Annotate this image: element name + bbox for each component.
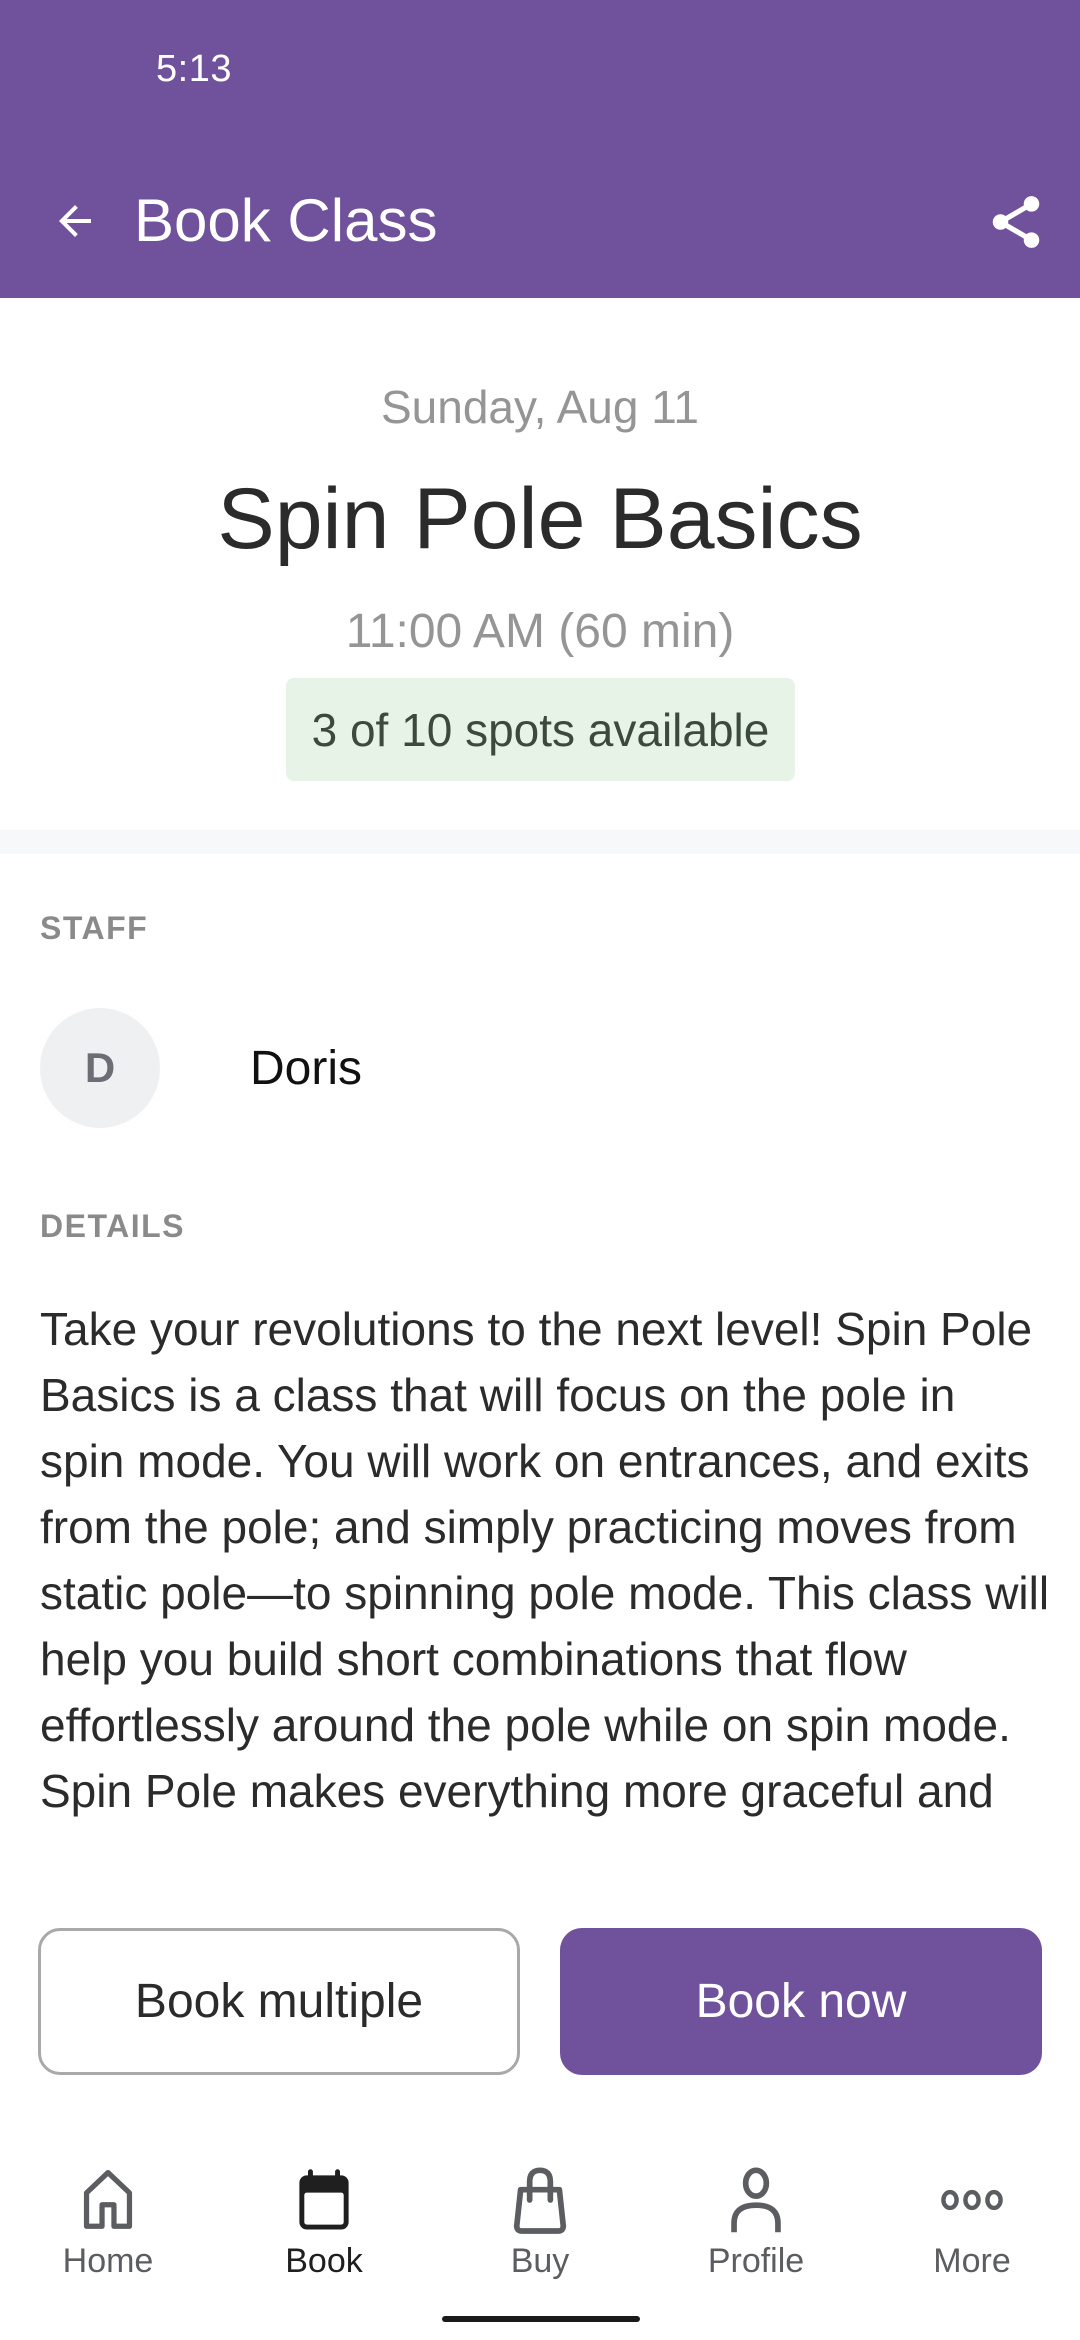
nav-item-home[interactable]: Home xyxy=(0,2140,216,2290)
nav-label-profile: Profile xyxy=(707,2242,805,2280)
staff-name: Doris xyxy=(250,1041,363,1095)
nav-item-profile[interactable]: Profile xyxy=(648,2140,864,2290)
person-icon xyxy=(720,2164,792,2236)
class-date: Sunday, Aug 11 xyxy=(380,381,699,433)
staff-section-label: STAFF xyxy=(40,910,149,946)
book-multiple-button[interactable]: Book multiple xyxy=(38,1928,520,2075)
nav-item-more[interactable]: More xyxy=(864,2140,1080,2290)
nav-label-buy: Buy xyxy=(510,2242,570,2280)
share-button[interactable] xyxy=(976,182,1056,262)
arrow-left-icon xyxy=(59,205,91,237)
more-dots-icon xyxy=(936,2164,1008,2236)
avatar: D xyxy=(40,1008,160,1128)
class-title: Spin Pole Basics xyxy=(217,471,863,567)
nav-label-home: Home xyxy=(62,2242,154,2280)
section-divider xyxy=(0,830,1080,854)
staff-list-item[interactable]: D Doris xyxy=(40,1008,1040,1128)
app-bar: 5:13 Book Class xyxy=(0,0,1080,298)
home-indicator[interactable] xyxy=(442,2316,640,2322)
home-icon xyxy=(72,2164,144,2236)
bottom-nav: Home Book Buy Profile More xyxy=(0,2140,1080,2290)
nav-item-book[interactable]: Book xyxy=(216,2140,432,2290)
details-text: Take your revolutions to the next level!… xyxy=(40,1303,1050,1817)
status-bar-time: 5:13 xyxy=(156,48,232,90)
nav-item-buy[interactable]: Buy xyxy=(432,2140,648,2290)
nav-label-more: More xyxy=(933,2242,1011,2280)
nav-label-book: Book xyxy=(285,2242,363,2280)
book-now-button[interactable]: Book now xyxy=(560,1928,1042,2075)
shopping-bag-icon xyxy=(504,2164,576,2236)
page-title: Book Class xyxy=(134,187,438,254)
class-header: Sunday, Aug 11 Spin Pole Basics 11:00 AM… xyxy=(0,298,1080,830)
details-section-label: DETAILS xyxy=(40,1208,186,1244)
back-button[interactable] xyxy=(40,186,110,256)
class-time: 11:00 AM (60 min) xyxy=(345,605,735,658)
details-scroll-area[interactable]: Take your revolutions to the next level!… xyxy=(40,1296,1050,1860)
availability-badge: 3 of 10 spots available xyxy=(286,678,795,781)
calendar-icon xyxy=(288,2164,360,2236)
share-icon xyxy=(992,196,1040,248)
